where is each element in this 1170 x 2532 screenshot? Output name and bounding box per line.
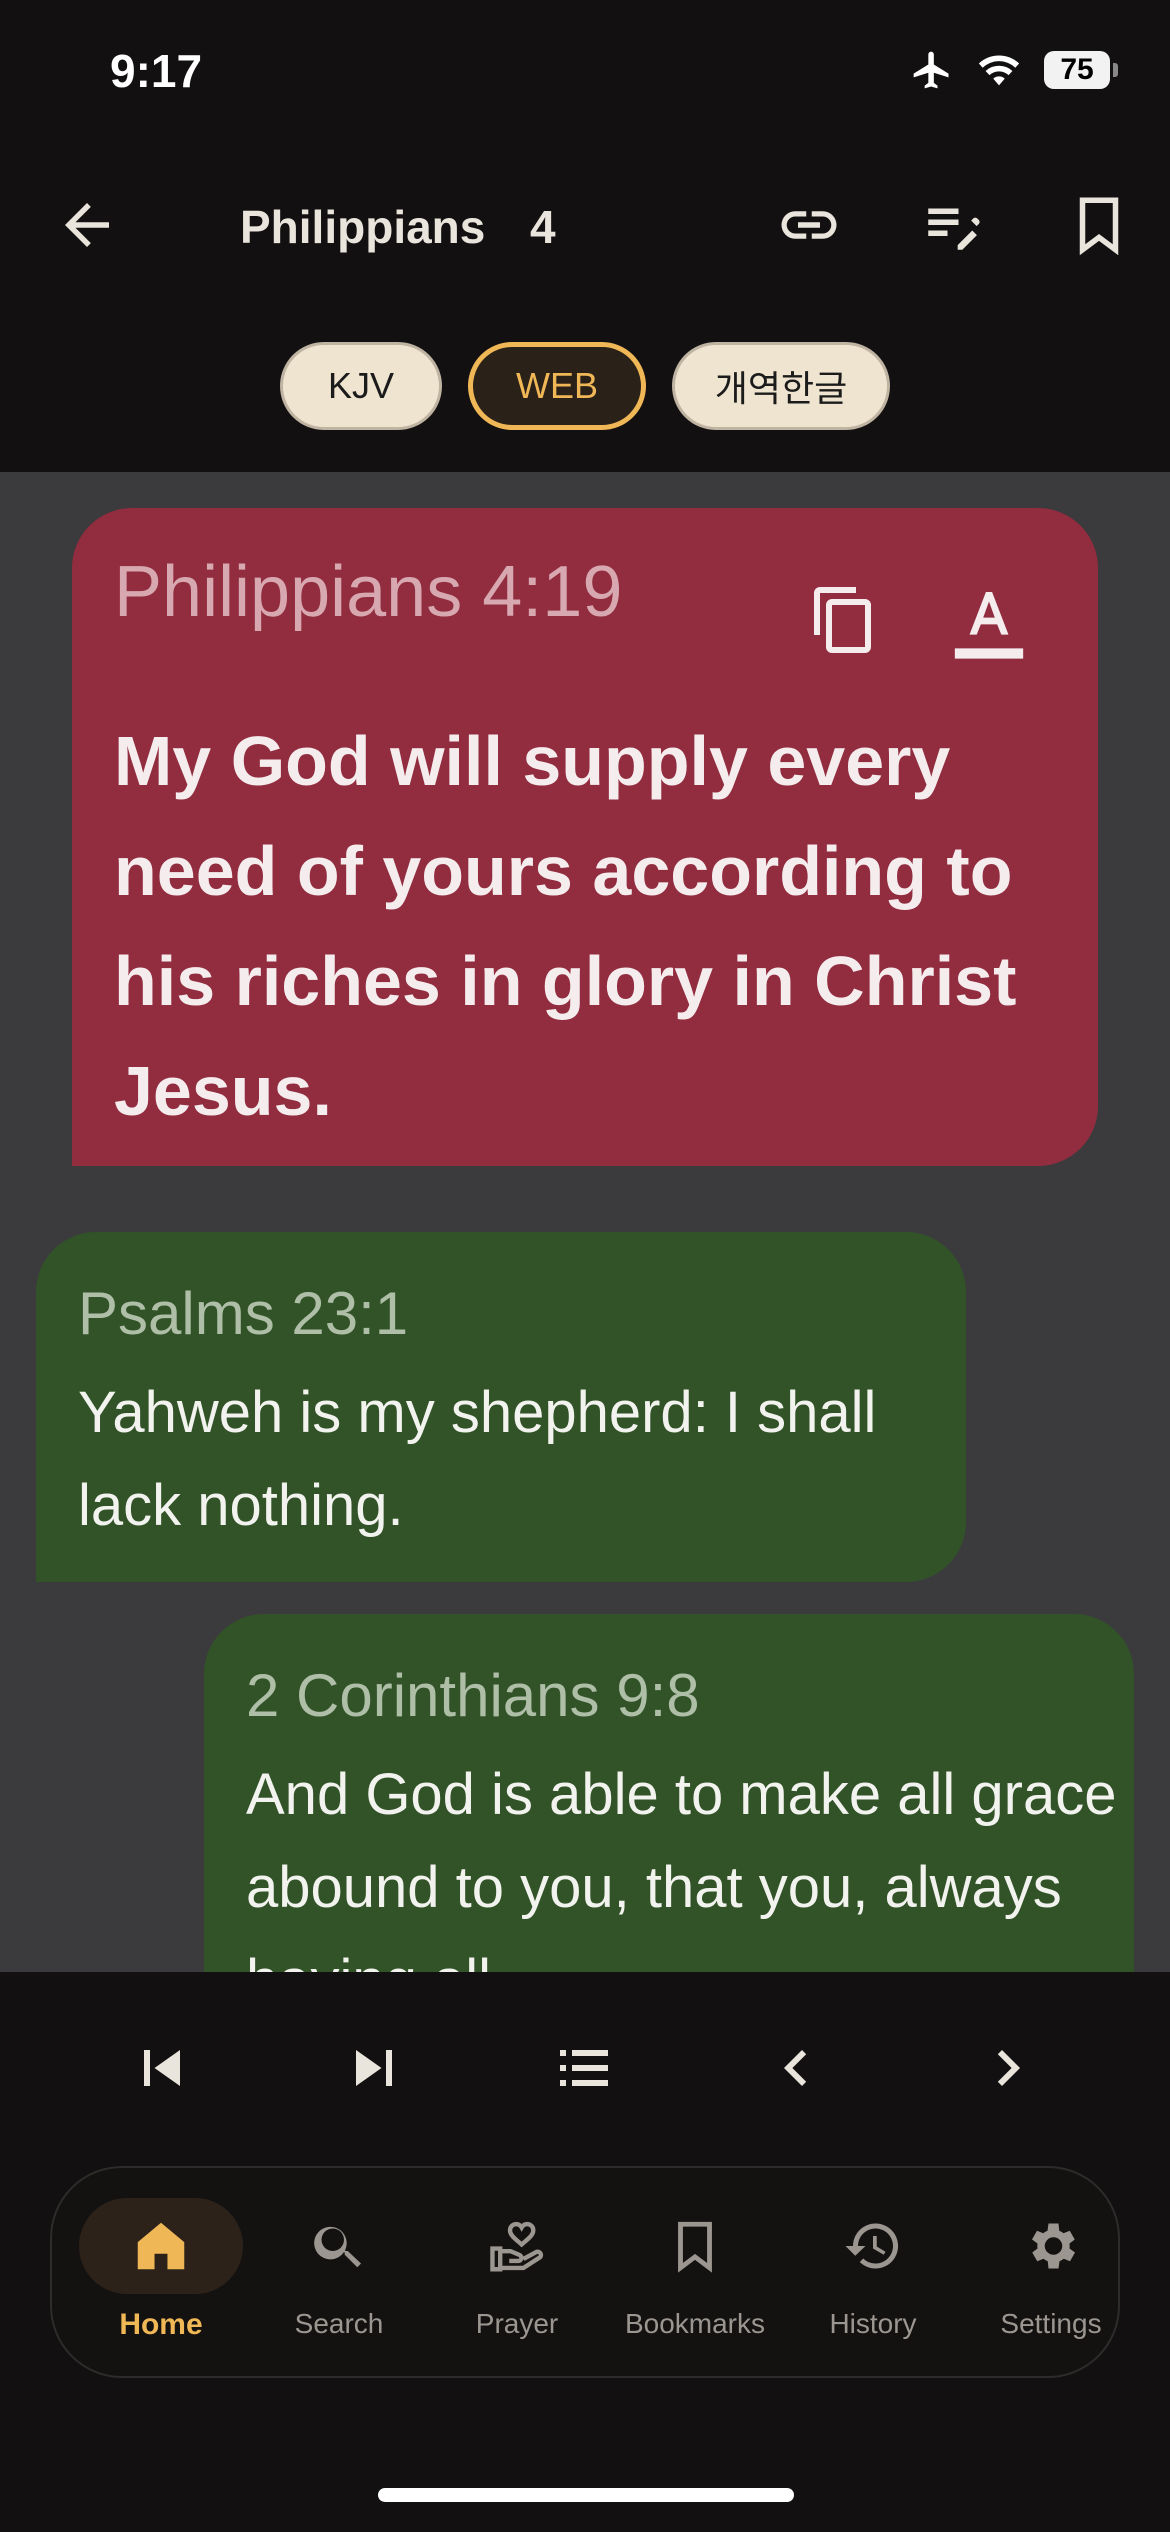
skip-next-icon[interactable]: [338, 2032, 410, 2104]
featured-verse-card[interactable]: Philippians 4:19 My God will supply ever…: [72, 508, 1098, 1166]
battery-level: 75: [1060, 53, 1094, 86]
nav-prayer[interactable]: Prayer: [428, 2198, 606, 2358]
status-icons: 75: [910, 48, 1118, 92]
verse-card[interactable]: Psalms 23:1 Yahweh is my shepherd: I sha…: [36, 1232, 966, 1582]
list-icon[interactable]: [548, 2032, 620, 2104]
translation-selector: KJV WEB 개역한글: [0, 338, 1170, 438]
home-icon: [137, 2222, 185, 2270]
nav-settings[interactable]: Settings: [962, 2198, 1140, 2358]
featured-verse-reference: Philippians 4:19: [114, 552, 623, 632]
wifi-icon: [978, 55, 1020, 86]
bookmark-icon[interactable]: [1066, 192, 1132, 258]
verse-list[interactable]: Philippians 4:19 My God will supply ever…: [0, 472, 1170, 1972]
chevron-left-icon[interactable]: [760, 2032, 832, 2104]
nav-home-label: Home: [119, 2308, 203, 2341]
link-icon[interactable]: [776, 192, 842, 258]
nav-home[interactable]: Home: [72, 2198, 250, 2358]
translation-chip-web[interactable]: WEB: [468, 342, 646, 430]
nav-prayer-label: Prayer: [475, 2308, 559, 2339]
search-icon: [314, 2226, 361, 2268]
bottom-navigation: Home Search Prayer Bookmarks History Set…: [50, 2166, 1120, 2378]
nav-history[interactable]: History: [784, 2198, 962, 2358]
prayer-icon: [490, 2221, 544, 2272]
verse-reference: Psalms 23:1: [78, 1280, 409, 1347]
verse-text: Yahweh is my shepherd: I shall lack noth…: [78, 1380, 877, 1538]
verse-reference: 2 Corinthians 9:8: [246, 1662, 700, 1729]
airplane-mode-icon: [913, 51, 949, 89]
edit-note-icon[interactable]: [920, 192, 986, 258]
featured-verse-text: My God will supply every need of yours a…: [114, 722, 1017, 1130]
app-bar: Philippians 4: [0, 150, 1170, 300]
translation-chip-kjv[interactable]: KJV: [280, 342, 442, 430]
bookmark-icon: [678, 2221, 712, 2273]
status-bar: 9:17 75: [0, 0, 1170, 150]
nav-search[interactable]: Search: [250, 2198, 428, 2358]
chapter-number[interactable]: 4: [530, 200, 556, 254]
nav-bookmarks[interactable]: Bookmarks: [606, 2198, 784, 2358]
chevron-right-icon[interactable]: [972, 2032, 1044, 2104]
nav-bookmarks-label: Bookmarks: [624, 2308, 766, 2339]
nav-history-label: History: [829, 2308, 917, 2339]
settings-icon: [1032, 2223, 1075, 2269]
status-time: 9:17: [110, 45, 203, 97]
book-title[interactable]: Philippians: [240, 200, 485, 254]
home-indicator[interactable]: [378, 2488, 794, 2502]
chapter-navigation: [0, 1972, 1170, 2164]
text-format-icon[interactable]: [948, 580, 1030, 662]
nav-search-label: Search: [294, 2308, 384, 2339]
verse-card[interactable]: 2 Corinthians 9:8 And God is able to mak…: [204, 1614, 1134, 1972]
nav-settings-label: Settings: [1000, 2308, 1102, 2339]
copy-icon[interactable]: [808, 584, 880, 656]
skip-previous-icon[interactable]: [126, 2032, 198, 2104]
verse-text: And God is able to make all grace abound…: [246, 1762, 1117, 1972]
back-arrow-icon[interactable]: [54, 192, 120, 258]
battery-indicator: 75: [1044, 51, 1118, 89]
history-icon: [845, 2223, 899, 2269]
translation-chip-korean[interactable]: 개역한글: [672, 342, 890, 430]
